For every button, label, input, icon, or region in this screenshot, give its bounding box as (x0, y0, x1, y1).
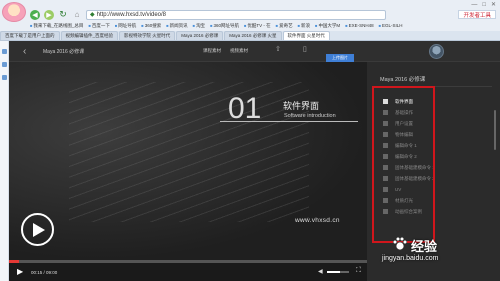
extension-area: 开发者工具 (390, 10, 500, 19)
playlist-scrollbar[interactable] (494, 110, 496, 150)
address-bar[interactable]: ◆ http://www.hxsd.tv/video/8 (86, 9, 386, 20)
baidu-paw-icon (392, 236, 408, 251)
arrow-right-icon: ▶ (46, 11, 52, 19)
bookmark-item[interactable]: EGL-SILH (379, 23, 403, 28)
highlight-box (372, 86, 435, 243)
share-icon[interactable]: ⇧ (275, 45, 281, 53)
volume-slider[interactable] (327, 271, 349, 273)
browser-tab[interactable]: 百度下载了是用户上面的 (0, 31, 60, 40)
profile-avatar[interactable] (2, 2, 26, 22)
phone-icon[interactable]: ▯ (303, 45, 307, 53)
back-button[interactable]: ◀ (30, 9, 40, 20)
big-play-button[interactable] (21, 213, 54, 246)
tab-strip: 百度下载了是用户上面的 视频编辑插件_百度经验 影视特效学院 火星时代 Maya… (0, 31, 500, 41)
arrow-left-icon: ◀ (32, 11, 38, 19)
sidebar-star-icon[interactable] (1, 49, 7, 54)
chapter-divider (220, 121, 358, 122)
browser-tab-active[interactable]: 软件界面 火星时代 (282, 31, 330, 40)
header-icons: ⇧ ▯ (275, 45, 307, 53)
bookmarks-bar: 我来下载_在路线图_总目 百度一下 网址导航 360搜索 新闻资讯 淘宝 360… (30, 21, 500, 30)
chapter-title-cn: 软件界面 (283, 101, 320, 111)
baidu-brand-text: 经验 (411, 239, 438, 254)
bookmark-item[interactable]: 360搜索 (141, 23, 162, 29)
current-time: 00:15 (31, 270, 43, 275)
shield-icon: ◆ (90, 12, 95, 18)
duration: 09:00 (46, 270, 58, 275)
url-text: http://www.hxsd.tv/video/8 (96, 11, 166, 18)
browser-tab[interactable]: Maya 2016 必修课 (176, 31, 224, 40)
browser-tab[interactable]: 视频编辑插件_百度经验 (60, 31, 119, 40)
close-window-button[interactable]: ✕ (491, 1, 496, 8)
video-material-link[interactable]: 视频素材 (230, 48, 248, 54)
bookmark-item[interactable]: EXE-SNH48 (345, 23, 374, 28)
bookmark-item[interactable]: 新浪 (298, 23, 310, 29)
player-controls: ▶ 00:15 / 09:00 ◀ ⛶ (9, 260, 367, 281)
browser-sidebar (0, 41, 9, 281)
refresh-button[interactable]: ↻ (58, 9, 68, 20)
refresh-icon: ↻ (59, 9, 67, 19)
bookmark-item[interactable]: 360网址导航 (210, 23, 239, 29)
play-icon[interactable]: ▶ (17, 267, 23, 276)
bookmark-item[interactable]: 百度一下 (88, 23, 110, 29)
course-title: Maya 2016 必修课 (43, 49, 85, 55)
bookmark-item[interactable]: 爱奇艺 (276, 23, 293, 29)
chapter-card (229, 131, 367, 171)
maximize-button[interactable]: □ (482, 2, 486, 8)
sidebar-download-icon[interactable] (1, 75, 7, 80)
bookmark-item[interactable]: 中国大学M (315, 23, 340, 29)
volume-fill (327, 271, 341, 273)
play-triangle-icon (33, 222, 45, 237)
baidu-url-text: jingyan.baidu.com (382, 255, 439, 262)
site-header: ‹ Maya 2016 必修课 课程素材 视频素材 ⇧ ▯ (9, 41, 500, 62)
bookmark-item[interactable]: 淘宝 (193, 23, 205, 29)
address-row: ◀ ▶ ↻ ⌂ ◆ http://www.hxsd.tv/video/8 开发者… (30, 8, 500, 21)
playlist-title: Maya 2016 必修课 (380, 77, 426, 83)
bookmark-item[interactable]: 新闻资讯 (166, 23, 188, 29)
bookmark-item[interactable]: 我来下载_在路线图_总目 (30, 23, 83, 29)
minimize-button[interactable]: ― (471, 2, 477, 8)
home-button[interactable]: ⌂ (72, 10, 82, 20)
open-tool-button[interactable]: 开发者工具 (458, 10, 496, 19)
user-avatar[interactable] (429, 44, 444, 59)
volume-icon[interactable]: ◀ (318, 268, 323, 275)
chapter-title-en: Software introduction (284, 113, 336, 119)
bookmark-item[interactable]: 网址导航 (115, 23, 136, 29)
fullscreen-icon[interactable]: ⛶ (356, 267, 361, 275)
back-arrow-icon[interactable]: ‹ (23, 46, 26, 57)
bookmark-item[interactable]: 优酷TV - 在 (244, 23, 270, 29)
browser-tab[interactable]: 影视特效学院 火星时代 (119, 31, 176, 40)
time-display: 00:15 / 09:00 (31, 270, 58, 275)
progress-bar[interactable] (9, 260, 367, 263)
header-links: 课程素材 视频素材 (203, 48, 248, 54)
sidebar-history-icon[interactable] (1, 62, 7, 67)
video-watermark: www.vhxsd.cn (295, 217, 340, 224)
upload-image-tag[interactable]: 上传图片 (326, 54, 354, 62)
home-icon: ⌂ (74, 10, 80, 19)
forward-button[interactable]: ▶ (44, 9, 54, 20)
browser-tab[interactable]: Maya 2016 必修课 火星 (224, 31, 282, 40)
progress-fill (9, 260, 20, 263)
course-material-link[interactable]: 课程素材 (203, 48, 221, 54)
